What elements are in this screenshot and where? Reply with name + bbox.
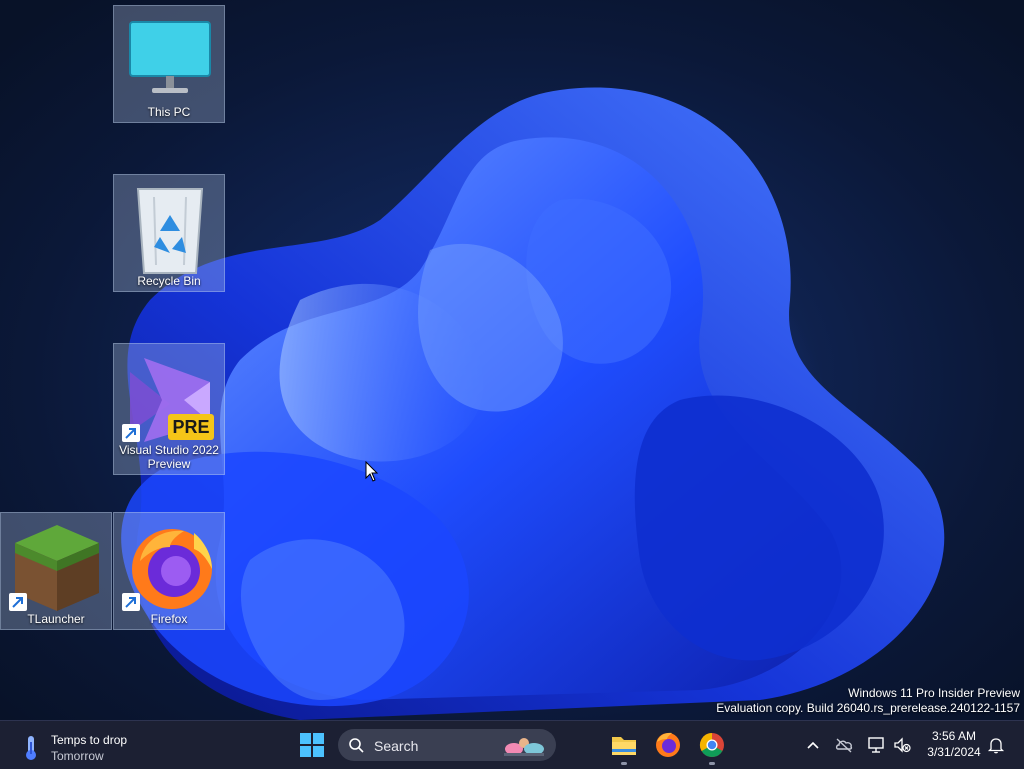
recycle-bin-icon (136, 188, 204, 274)
windows-logo-icon (300, 733, 324, 757)
search-highlight-illustration-icon (504, 738, 544, 756)
chevron-up-icon (807, 741, 819, 749)
network-icon (868, 737, 884, 753)
taskbar-app-chrome[interactable] (694, 727, 730, 765)
onedrive-tray-button[interactable] (834, 735, 854, 755)
file-explorer-icon (612, 737, 636, 755)
taskbar-search-box[interactable] (338, 729, 556, 761)
notifications-button[interactable] (986, 735, 1006, 755)
shortcut-arrow-icon (9, 593, 27, 611)
thermometer-icon (26, 736, 36, 760)
pre-badge: PRE (172, 417, 209, 437)
clock-date: 3/31/2024 (927, 745, 981, 759)
mouse-pointer-icon (365, 461, 379, 482)
desktop-icon-firefox[interactable]: Firefox (113, 512, 225, 630)
firefox-icon (656, 732, 680, 757)
running-indicator (621, 762, 627, 765)
taskbar-app-file-explorer[interactable] (606, 727, 642, 765)
show-hidden-icons-button[interactable] (803, 735, 823, 755)
taskbar-clock[interactable]: 3:56 AM 3/31/2024 (920, 728, 988, 760)
desktop-icon-label: Visual Studio 2022 Preview (119, 443, 219, 471)
volume-muted-icon (894, 737, 911, 753)
chrome-icon (699, 733, 724, 758)
search-icon (349, 738, 364, 753)
watermark-line-2: Evaluation copy. Build 26040.rs_prerelea… (716, 701, 1020, 715)
weather-widget[interactable]: Temps to drop Tomorrow (14, 725, 164, 765)
volume-tray-button[interactable] (892, 735, 912, 755)
desktop-icon-tlauncher[interactable]: TLauncher (0, 512, 112, 630)
desktop-icon-label: Firefox (150, 612, 188, 626)
running-indicator (709, 762, 715, 765)
weather-subtitle: Tomorrow (51, 749, 104, 763)
search-input[interactable] (372, 734, 496, 758)
taskbar: Temps to drop Tomorrow Search 3:56 AM 3/… (0, 720, 1024, 769)
desktop-icon-label: TLauncher (27, 612, 85, 626)
desktop-icon-label: This PC (147, 105, 191, 119)
weather-title: Temps to drop (51, 733, 128, 747)
shortcut-arrow-icon (122, 424, 140, 442)
taskbar-app-firefox[interactable] (650, 727, 686, 763)
evaluation-watermark: Windows 11 Pro Insider Preview Evaluatio… (716, 686, 1020, 716)
notification-bell-icon (987, 738, 1005, 754)
desktop-icon-recycle-bin[interactable]: Recycle Bin (113, 174, 225, 292)
desktop-icon-label: Recycle Bin (137, 274, 201, 288)
shortcut-arrow-icon (122, 593, 140, 611)
desktop-icon-visual-studio-preview[interactable]: PRE Visual Studio 2022 Preview (113, 343, 225, 475)
desktop[interactable]: This PC Recycle Bin PRE Visual Studio 20… (0, 0, 1024, 720)
this-pc-icon (129, 21, 211, 93)
desktop-icon-this-pc[interactable]: This PC (113, 5, 225, 123)
watermark-line-1: Windows 11 Pro Insider Preview (848, 686, 1020, 700)
clock-time: 3:56 AM (931, 729, 977, 743)
network-tray-button[interactable] (866, 735, 886, 755)
onedrive-offline-icon (835, 738, 853, 753)
start-button[interactable] (296, 729, 328, 761)
